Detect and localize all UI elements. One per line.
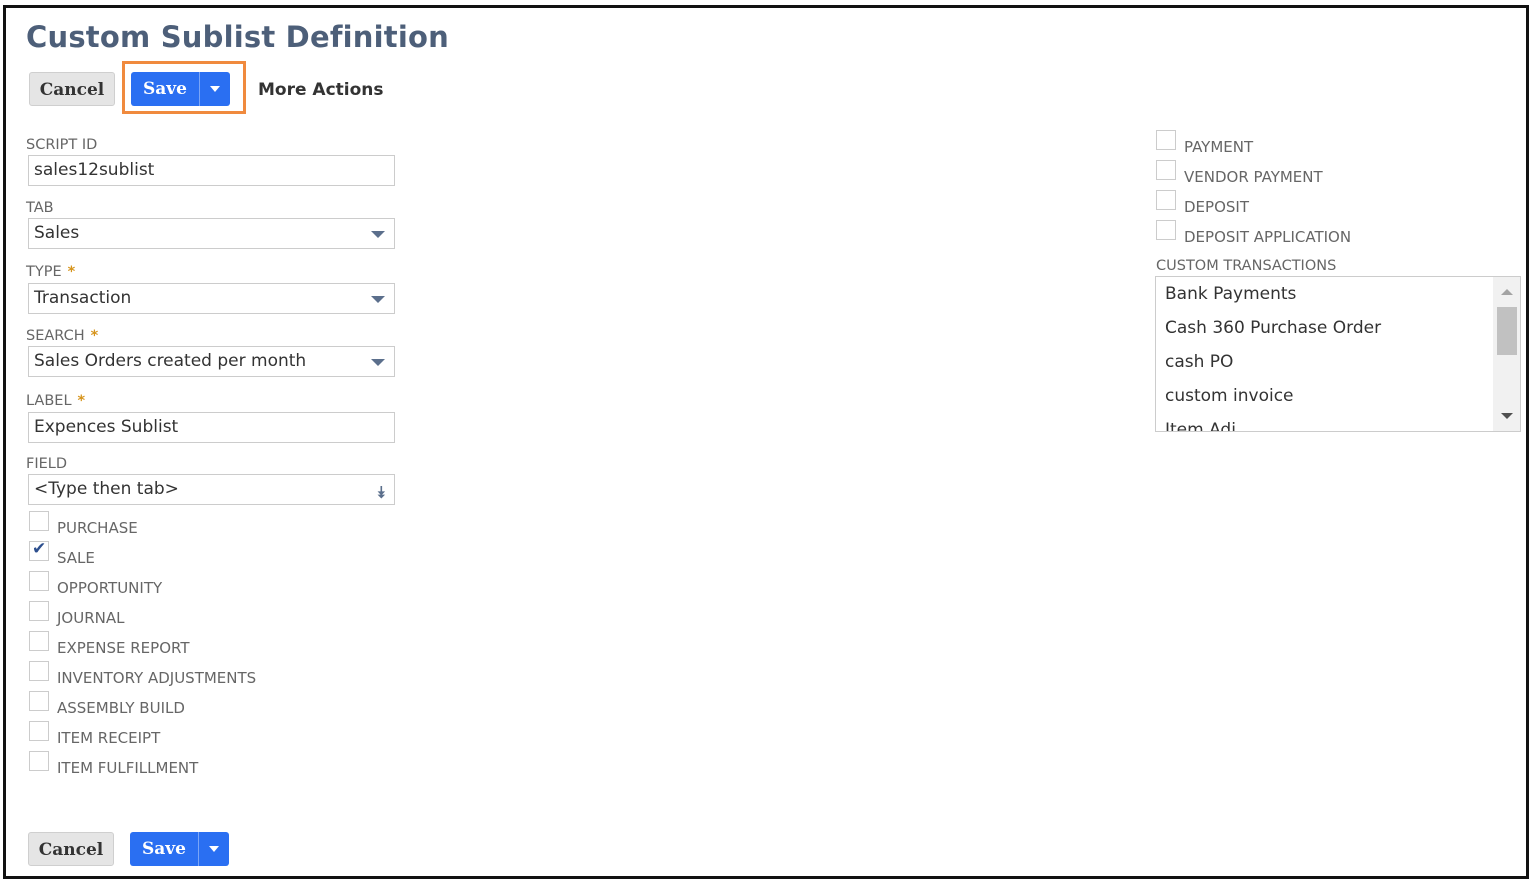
custom-transactions-listbox[interactable]: Bank Payments Cash 360 Purchase Order cash… [1155, 276, 1521, 432]
script-id-label: SCRIPT ID [26, 137, 98, 153]
scroll-down-icon[interactable] [1501, 413, 1513, 419]
checkbox[interactable] [29, 721, 49, 741]
type-label: TYPE * [26, 264, 75, 280]
more-actions-button[interactable]: More Actions [258, 80, 384, 100]
type-select[interactable]: Transaction [28, 283, 395, 314]
cancel-button[interactable]: Cancel [29, 72, 115, 106]
checkbox-checked[interactable] [29, 539, 49, 561]
list-item[interactable]: cash PO [1156, 345, 1493, 379]
required-icon: * [77, 393, 86, 409]
checkbox-label: ITEM FULFILLMENT [57, 759, 199, 777]
checkbox-label: SALE [57, 549, 95, 567]
dropdown-arrow-icon [371, 231, 385, 238]
list-item[interactable]: Cash 360 Purchase Order [1156, 311, 1493, 345]
field-select[interactable]: <Type then tab> ⯯ [28, 474, 395, 505]
save-options-dropdown-icon[interactable] [200, 72, 230, 106]
scrollbar[interactable] [1493, 277, 1520, 431]
custom-transactions-label: CUSTOM TRANSACTIONS [1156, 258, 1337, 274]
checkbox[interactable] [1156, 190, 1176, 210]
checkbox-label: EXPENSE REPORT [57, 639, 190, 657]
script-id-input[interactable]: sales12sublist [28, 155, 395, 186]
checkbox[interactable] [1156, 160, 1176, 180]
footer-save-button-group[interactable]: Save [130, 832, 229, 866]
checkbox-row[interactable]: PURCHASE [29, 511, 138, 536]
checkbox[interactable] [1156, 130, 1176, 150]
checkbox-row[interactable]: ASSEMBLY BUILD [29, 691, 185, 716]
checkbox-label: ASSEMBLY BUILD [57, 699, 185, 717]
checkbox[interactable] [29, 631, 49, 651]
checkbox[interactable] [29, 751, 49, 771]
field-label: FIELD [26, 456, 68, 472]
checkbox-label: DEPOSIT APPLICATION [1184, 228, 1352, 246]
dropdown-arrow-icon [371, 296, 385, 303]
checkbox-label: PAYMENT [1184, 138, 1254, 156]
checkbox-row[interactable]: DEPOSIT APPLICATION [1156, 220, 1351, 245]
checkbox[interactable] [29, 571, 49, 591]
label-field-label-text: LABEL [26, 393, 72, 409]
label-input[interactable]: Expences Sublist [28, 412, 395, 443]
tab-label: TAB [26, 200, 54, 216]
checkbox-row[interactable]: SALE [29, 539, 95, 566]
checkbox-label: OPPORTUNITY [57, 579, 163, 597]
scroll-up-icon[interactable] [1501, 289, 1513, 295]
save-button[interactable]: Save [131, 72, 200, 106]
search-label: SEARCH * [26, 328, 98, 344]
required-icon: * [90, 328, 99, 344]
checkbox-row[interactable]: ITEM FULFILLMENT [29, 751, 198, 776]
list-item[interactable]: custom invoice [1156, 379, 1493, 413]
tab-select-value: Sales [34, 223, 80, 243]
page-title: Custom Sublist Definition [26, 20, 449, 54]
search-select-value: Sales Orders created per month [34, 351, 307, 371]
footer-save-button[interactable]: Save [130, 832, 199, 866]
checkbox-row[interactable]: ITEM RECEIPT [29, 721, 160, 746]
required-icon: * [67, 264, 76, 280]
checkbox-row[interactable]: OPPORTUNITY [29, 571, 162, 596]
search-select[interactable]: Sales Orders created per month [28, 346, 395, 377]
list-item[interactable]: Item Adj [1156, 413, 1493, 431]
label-field-label: LABEL * [26, 393, 85, 409]
checkbox-row[interactable]: INVENTORY ADJUSTMENTS [29, 661, 256, 686]
scrollbar-thumb[interactable] [1497, 307, 1517, 355]
footer-save-options-dropdown-icon[interactable] [199, 832, 229, 866]
checkbox-row[interactable]: JOURNAL [29, 601, 124, 626]
double-chevron-down-icon[interactable]: ⯯ [376, 478, 386, 507]
checkbox-row[interactable]: EXPENSE REPORT [29, 631, 190, 656]
type-label-text: TYPE [26, 264, 62, 280]
dropdown-arrow-icon [371, 359, 385, 366]
type-select-value: Transaction [34, 288, 132, 308]
checkbox[interactable] [29, 691, 49, 711]
search-label-text: SEARCH [26, 328, 85, 344]
checkbox[interactable] [1156, 220, 1176, 240]
list-item[interactable]: Bank Payments [1156, 277, 1493, 311]
checkbox[interactable] [29, 601, 49, 621]
checkbox-row[interactable]: PAYMENT [1156, 130, 1253, 155]
checkbox-label: VENDOR PAYMENT [1184, 168, 1323, 186]
checkbox[interactable] [29, 511, 49, 531]
save-button-group[interactable]: Save [131, 72, 230, 106]
checkbox-label: JOURNAL [57, 609, 125, 627]
field-select-value: <Type then tab> [34, 479, 179, 499]
tab-select[interactable]: Sales [28, 218, 395, 249]
checkbox-row[interactable]: DEPOSIT [1156, 190, 1249, 215]
checkbox-label: INVENTORY ADJUSTMENTS [57, 669, 257, 687]
checkbox-label: PURCHASE [57, 519, 138, 537]
checkbox-label: ITEM RECEIPT [57, 729, 161, 747]
checkbox-row[interactable]: VENDOR PAYMENT [1156, 160, 1323, 185]
checkbox-label: DEPOSIT [1184, 198, 1249, 216]
checkbox[interactable] [29, 661, 49, 681]
footer-cancel-button[interactable]: Cancel [28, 832, 114, 866]
